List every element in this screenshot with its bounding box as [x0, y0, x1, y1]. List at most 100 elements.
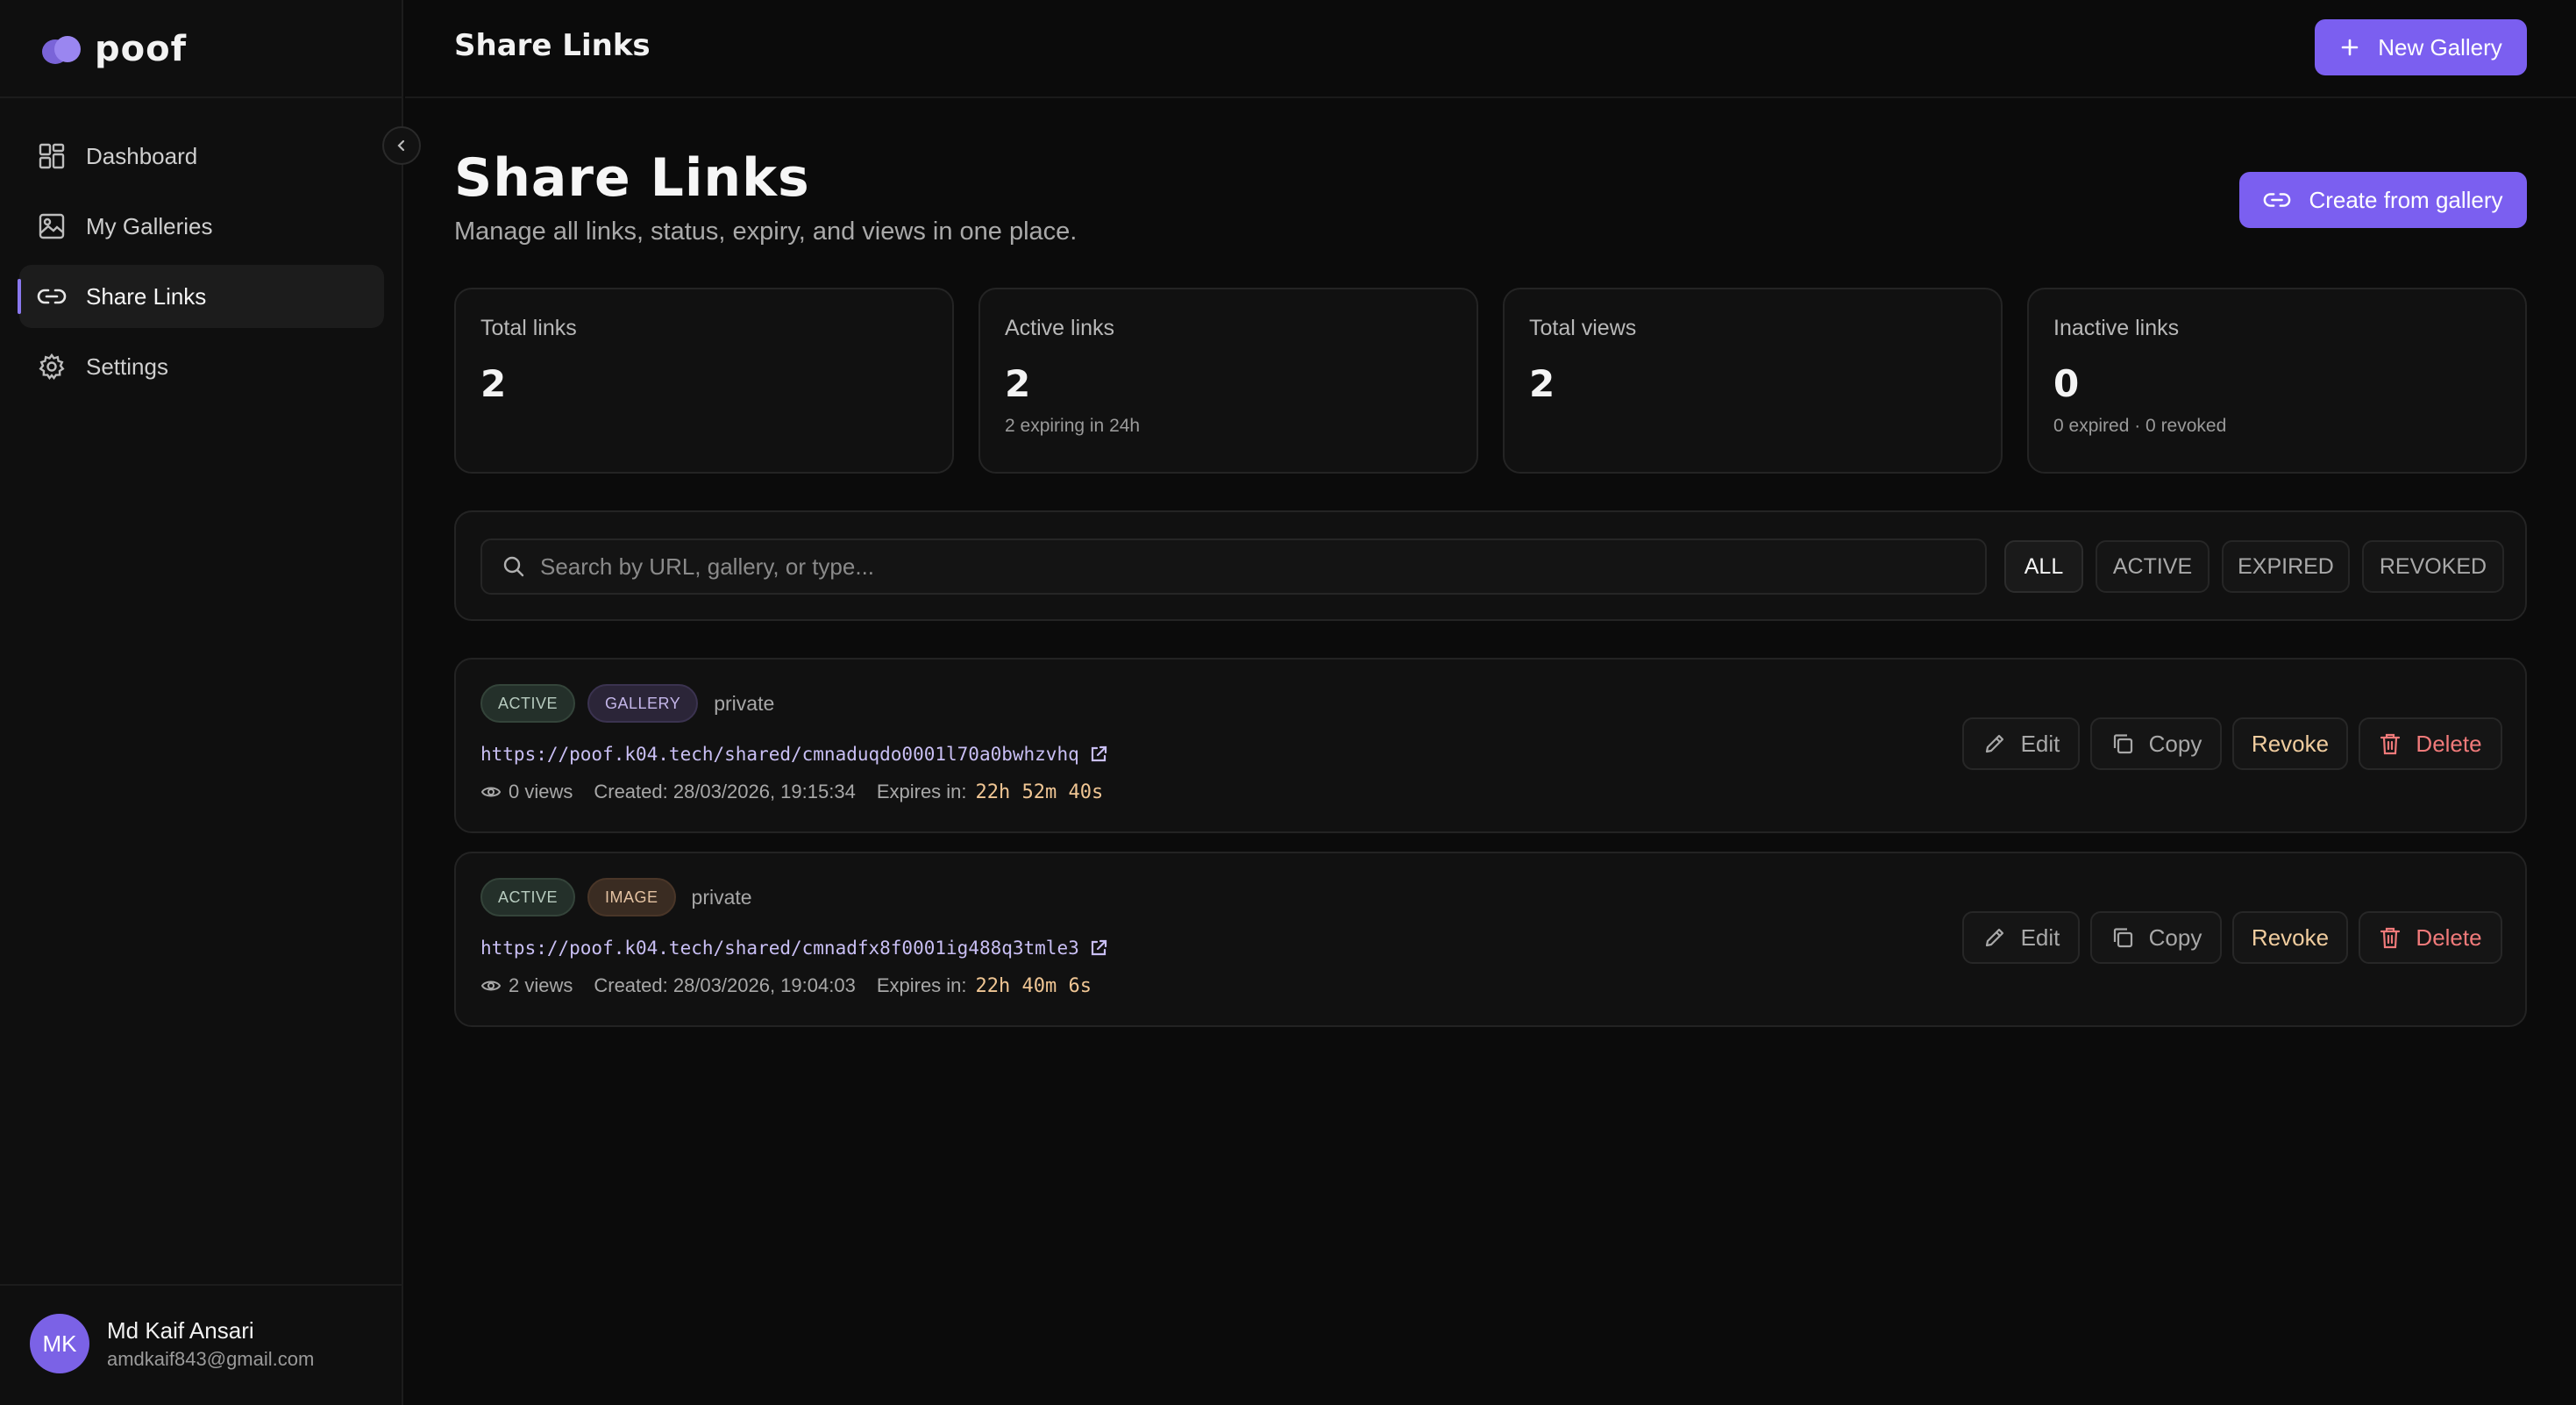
stat-value: 0 — [2053, 362, 2080, 405]
copy-button[interactable]: Copy — [2090, 717, 2222, 770]
stat-card-total-views: Total views 2 — [1503, 288, 2003, 474]
copy-label: Copy — [2148, 924, 2202, 951]
eye-icon — [480, 981, 502, 991]
type-badge: GALLERY — [587, 684, 699, 723]
create-from-gallery-button[interactable]: Create from gallery — [2239, 172, 2527, 228]
sidebar-item-my-galleries[interactable]: My Galleries — [19, 195, 384, 258]
stat-label: Total links — [480, 316, 577, 340]
stat-note: 2 expiring in 24h — [1005, 416, 1141, 436]
view-count: 0 views — [509, 781, 573, 802]
pencil-icon — [1985, 734, 2003, 753]
copy-button[interactable]: Copy — [2090, 911, 2222, 964]
stat-value: 2 — [1005, 362, 1031, 405]
edit-label: Edit — [2020, 730, 2060, 757]
link-icon — [37, 282, 67, 311]
external-link-icon[interactable] — [1088, 744, 1109, 765]
sidebar-item-label: My Galleries — [86, 212, 213, 239]
pencil-icon — [1985, 928, 2003, 947]
brand[interactable]: poof — [42, 26, 187, 72]
sidebar-item-label: Share Links — [86, 282, 207, 310]
eye-icon — [480, 787, 502, 797]
topbar: Share Links — [405, 0, 2576, 98]
filter-bar: ALL ACTIVE EXPIRED REVOKED — [454, 510, 2527, 621]
copy-label: Copy — [2148, 730, 2202, 757]
stat-card-inactive-links: Inactive links 0 0 expired · 0 revoked — [2027, 288, 2527, 474]
status-badge: ACTIVE — [480, 878, 576, 916]
share-url-link[interactable]: https://poof.k04.tech/shared/cmnadfx8f00… — [480, 938, 1079, 959]
search-box — [480, 538, 1987, 595]
sidebar-item-dashboard[interactable]: Dashboard — [19, 125, 384, 188]
delete-label: Delete — [2416, 924, 2482, 951]
edit-button[interactable]: Edit — [1962, 911, 2080, 964]
user-profile[interactable]: MK Md Kaif Ansari amdkaif843@gmail.com — [30, 1314, 314, 1373]
revoke-button[interactable]: Revoke — [2232, 911, 2348, 964]
new-gallery-button[interactable]: New Gallery — [2315, 19, 2527, 75]
user-name: Md Kaif Ansari — [107, 1316, 254, 1344]
sidebar-item-label: Settings — [86, 353, 168, 380]
stat-card-active-links: Active links 2 2 expiring in 24h — [978, 288, 1478, 474]
search-input[interactable] — [540, 553, 1943, 581]
created-date: Created: 28/03/2026, 19:15:34 — [594, 781, 856, 802]
revoke-button[interactable]: Revoke — [2232, 717, 2348, 770]
copy-icon — [2113, 928, 2132, 948]
page-title: Share Links — [454, 147, 810, 209]
topbar-title: Share Links — [454, 28, 651, 63]
create-from-gallery-label: Create from gallery — [2309, 186, 2503, 213]
external-link-icon[interactable] — [1088, 938, 1109, 959]
collapse-sidebar-button[interactable] — [382, 126, 421, 165]
link-icon — [2264, 193, 2291, 207]
poof-logo-icon — [42, 34, 81, 64]
sidebar-item-settings[interactable]: Settings — [19, 335, 384, 398]
divider — [0, 1284, 403, 1286]
view-count: 2 views — [509, 974, 573, 996]
share-link-row: ACTIVE IMAGE private https://poof.k04.te… — [454, 852, 2527, 1027]
sidebar-nav: Dashboard My Galleries Share Links Setti… — [18, 125, 384, 405]
divider — [0, 96, 403, 98]
brand-name: poof — [95, 29, 187, 69]
stat-value: 2 — [1529, 362, 1555, 405]
stat-label: Total views — [1529, 316, 1637, 340]
revoke-label: Revoke — [2251, 730, 2330, 757]
privacy-label: private — [691, 885, 752, 909]
filter-chip-expired[interactable]: EXPIRED — [2222, 540, 2350, 593]
plus-icon — [2341, 39, 2359, 56]
expires-label: Expires in: — [876, 781, 967, 802]
search-icon — [503, 556, 524, 577]
sidebar: poof Dashboard My Galleries Share Links … — [0, 0, 403, 1405]
stat-label: Inactive links — [2053, 316, 2180, 340]
sidebar-item-label: Dashboard — [86, 142, 198, 169]
expiry-countdown: 22h 40m 6s — [975, 974, 1092, 997]
status-badge: ACTIVE — [480, 684, 576, 723]
delete-button[interactable]: Delete — [2359, 911, 2502, 964]
share-url-link[interactable]: https://poof.k04.tech/shared/cmnaduqdo00… — [480, 744, 1079, 765]
expires-label: Expires in: — [876, 974, 967, 996]
type-badge: IMAGE — [587, 878, 676, 916]
copy-icon — [2113, 734, 2132, 754]
stat-label: Active links — [1005, 316, 1115, 340]
chevron-left-icon — [397, 139, 405, 152]
stat-note: 0 expired · 0 revoked — [2053, 416, 2227, 436]
trash-icon — [2380, 927, 2401, 949]
gear-icon — [37, 352, 67, 382]
privacy-label: private — [714, 691, 775, 715]
filter-chip-revoked[interactable]: REVOKED — [2362, 540, 2504, 593]
expiry-countdown: 22h 52m 40s — [975, 781, 1104, 803]
dashboard-icon — [37, 141, 67, 171]
avatar: MK — [30, 1314, 89, 1373]
user-email: amdkaif843@gmail.com — [107, 1347, 315, 1370]
trash-icon — [2380, 733, 2401, 755]
share-link-row: ACTIVE GALLERY private https://poof.k04.… — [454, 658, 2527, 833]
created-date: Created: 28/03/2026, 19:04:03 — [594, 974, 856, 996]
new-gallery-label: New Gallery — [2378, 33, 2502, 61]
stat-value: 2 — [480, 362, 507, 405]
page-subtitle: Manage all links, status, expiry, and vi… — [454, 218, 1078, 246]
delete-label: Delete — [2416, 730, 2482, 757]
delete-button[interactable]: Delete — [2359, 717, 2502, 770]
edit-button[interactable]: Edit — [1962, 717, 2080, 770]
filter-chip-active[interactable]: ACTIVE — [2096, 540, 2210, 593]
image-icon — [37, 211, 67, 241]
edit-label: Edit — [2020, 924, 2060, 951]
filter-chip-all[interactable]: ALL — [2004, 540, 2083, 593]
sidebar-item-share-links[interactable]: Share Links — [18, 265, 384, 328]
stat-card-total-links: Total links 2 — [454, 288, 954, 474]
